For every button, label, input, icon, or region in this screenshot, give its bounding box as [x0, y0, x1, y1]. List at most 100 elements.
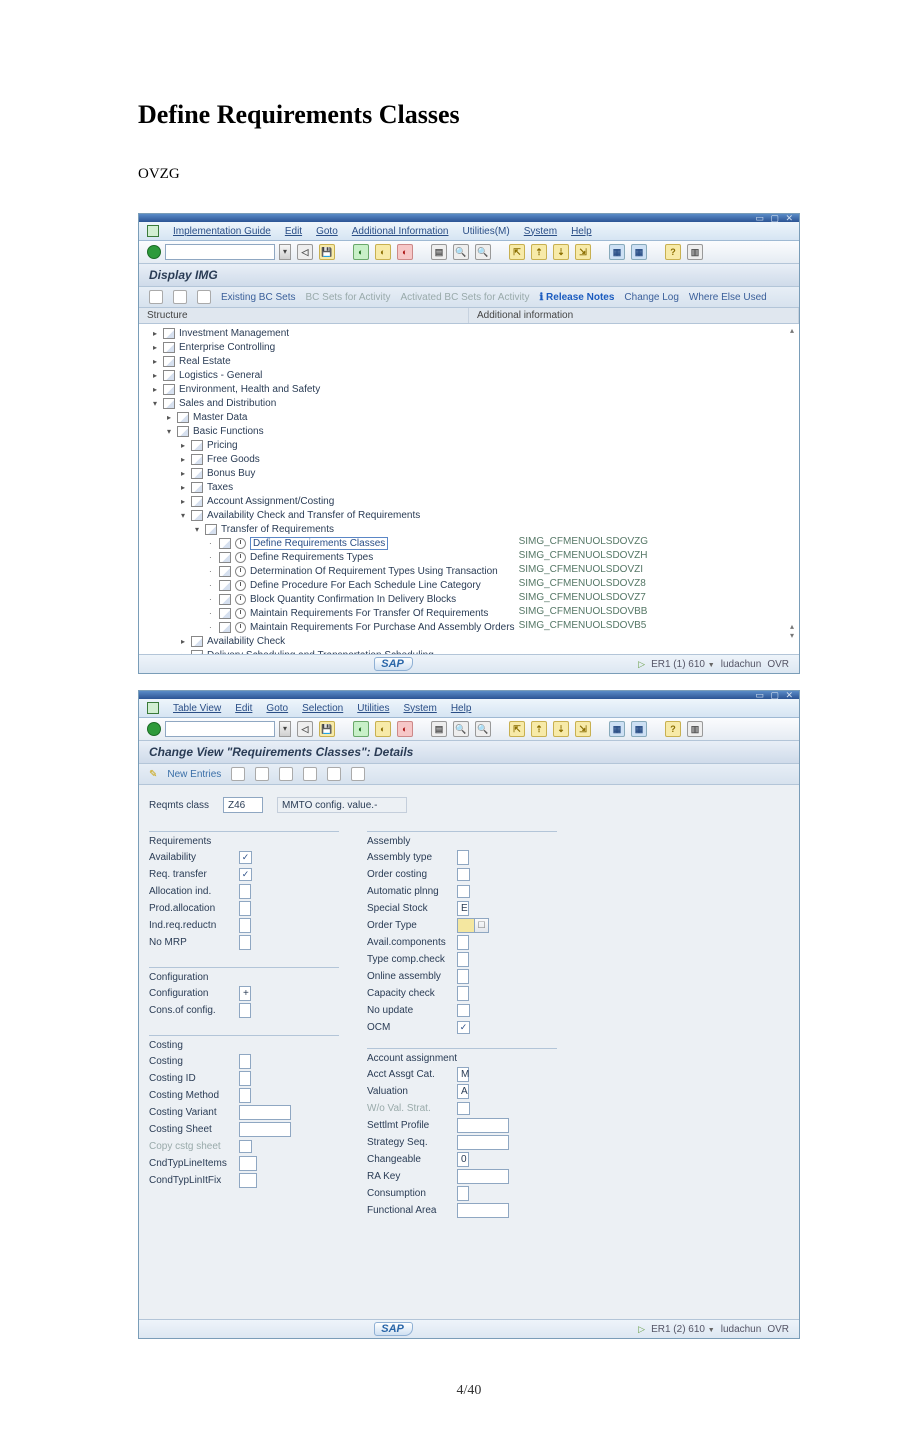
menu-item[interactable]: Edit [235, 703, 252, 714]
rakey-field[interactable] [457, 1169, 509, 1184]
costingmethod-field[interactable] [239, 1088, 251, 1103]
consumption-field[interactable] [457, 1186, 469, 1201]
menu-icon[interactable] [147, 225, 159, 237]
newsession-icon[interactable]: ▦ [609, 244, 625, 260]
firstpage-icon[interactable]: ⇱ [509, 244, 525, 260]
enter-icon[interactable]: ◐ [353, 244, 369, 260]
standard-toolbar[interactable]: ▾ ◁ 💾 ◐ ◐ ◐ ▤ 🔍 🔍 ⇱ ⇡ ⇣ ⇲ ▦ ▦ ? ▥ [139, 718, 799, 741]
nextpage-icon[interactable]: ⇣ [553, 244, 569, 260]
configuration-field[interactable]: + [239, 986, 251, 1001]
assemblytype-field[interactable] [457, 850, 469, 865]
cancel-icon[interactable]: ◐ [397, 721, 413, 737]
ocm-checkbox[interactable]: ✓ [457, 1021, 470, 1034]
back-icon[interactable]: ◁ [297, 721, 313, 737]
command-field[interactable] [165, 244, 275, 260]
command-dropdown-icon[interactable]: ▾ [279, 244, 291, 260]
costingvariant-field[interactable] [239, 1105, 291, 1120]
app-toolbar[interactable]: ✎ New Entries [139, 764, 799, 785]
ordercosting-checkbox[interactable] [457, 868, 470, 881]
menu-item[interactable]: System [403, 703, 436, 714]
print-icon[interactable] [351, 767, 365, 781]
lastpage-icon[interactable]: ⇲ [575, 244, 591, 260]
exit-icon[interactable]: ◐ [375, 244, 391, 260]
strategy-field[interactable] [457, 1135, 509, 1150]
app-toolbar[interactable]: Existing BC Sets BC Sets for Activity Ac… [139, 287, 799, 308]
find-icon[interactable]: 🔍 [453, 244, 469, 260]
noupdate-checkbox[interactable] [457, 1004, 470, 1017]
prevpage-icon[interactable]: ⇡ [531, 721, 547, 737]
standard-toolbar[interactable]: ▾ ◁ 💾 ◐ ◐ ◐ ▤ 🔍 🔍 ⇱ ⇡ ⇣ ⇲ ▦ ▦ ? ▥ [139, 241, 799, 264]
back-icon[interactable]: ◁ [297, 244, 313, 260]
menu-bar[interactable]: Table View Edit Goto Selection Utilities… [139, 699, 799, 718]
menu-item[interactable]: Implementation Guide [173, 226, 271, 237]
menu-item[interactable]: Edit [285, 226, 302, 237]
ok-icon[interactable] [147, 722, 161, 736]
cndlinitfix-field[interactable] [239, 1173, 257, 1188]
existing-bcsets-button[interactable]: Existing BC Sets [221, 292, 295, 303]
change-icon[interactable]: ✎ [149, 769, 157, 780]
help-icon[interactable]: ? [665, 244, 681, 260]
findnext-icon[interactable]: 🔍 [475, 244, 491, 260]
cndlineitems-field[interactable] [239, 1156, 257, 1171]
menu-item[interactable]: System [524, 226, 557, 237]
newsession-icon[interactable]: ▦ [609, 721, 625, 737]
nextpage-icon[interactable]: ⇣ [553, 721, 569, 737]
menu-item[interactable]: Table View [173, 703, 221, 714]
ordertype-search-icon[interactable]: ☐ [475, 918, 489, 933]
typecompcheck-field[interactable] [457, 952, 469, 967]
settlmt-field[interactable] [457, 1118, 509, 1133]
layout-icon[interactable]: ▥ [687, 244, 703, 260]
costingsheet-field[interactable] [239, 1122, 291, 1137]
allocation-field[interactable] [239, 884, 251, 899]
print-icon[interactable]: ▤ [431, 244, 447, 260]
exit-icon[interactable]: ◐ [375, 721, 391, 737]
changeable-field[interactable]: 0 [457, 1152, 469, 1167]
window-buttons[interactable]: ▭ ▢ ✕ [755, 690, 795, 701]
enter-icon[interactable]: ◐ [353, 721, 369, 737]
menu-item[interactable]: Help [571, 226, 592, 237]
whereused-button[interactable]: Where Else Used [689, 292, 767, 303]
find-icon[interactable]: 🔍 [453, 721, 469, 737]
autoplan-checkbox[interactable] [457, 885, 470, 898]
lastpage-icon[interactable]: ⇲ [575, 721, 591, 737]
firstpage-icon[interactable]: ⇱ [509, 721, 525, 737]
menu-bar[interactable]: Implementation Guide Edit Goto Additiona… [139, 222, 799, 241]
scroll-down-icon[interactable]: ▴▾ [787, 622, 797, 640]
prev-entry-icon[interactable] [303, 767, 317, 781]
nomrp-field[interactable] [239, 935, 251, 950]
activated-bcsets-button[interactable]: Activated BC Sets for Activity [401, 292, 530, 303]
funcarea-field[interactable] [457, 1203, 509, 1218]
menu-item[interactable]: Help [451, 703, 472, 714]
collapse-icon[interactable] [173, 290, 187, 304]
reqmts-class-field[interactable]: Z46 [223, 797, 263, 813]
bcsets-activity-button[interactable]: BC Sets for Activity [305, 292, 390, 303]
shortcut-icon[interactable]: ▦ [631, 244, 647, 260]
command-field[interactable] [165, 721, 275, 737]
undo-icon[interactable] [279, 767, 293, 781]
ordertype-field[interactable] [457, 918, 475, 933]
print-icon[interactable]: ▤ [431, 721, 447, 737]
layout-icon[interactable]: ▥ [687, 721, 703, 737]
specialstock-field[interactable]: E [457, 901, 469, 916]
menu-item[interactable]: Additional Information [352, 226, 449, 237]
menu-item[interactable]: Utilities(M) [463, 226, 510, 237]
prodalloc-field[interactable] [239, 901, 251, 916]
costingid-field[interactable] [239, 1071, 251, 1086]
findnext-icon[interactable]: 🔍 [475, 721, 491, 737]
next-entry-icon[interactable] [327, 767, 341, 781]
expand-icon[interactable] [149, 290, 163, 304]
reqtransfer-checkbox[interactable]: ✓ [239, 868, 252, 881]
changelog-button[interactable]: Change Log [624, 292, 679, 303]
onlineassembly-field[interactable] [457, 969, 469, 984]
shortcut-icon[interactable]: ▦ [631, 721, 647, 737]
window-buttons[interactable]: ▭ ▢ ✕ [755, 213, 795, 224]
copy-icon[interactable] [231, 767, 245, 781]
menu-item[interactable]: Goto [266, 703, 288, 714]
menu-item[interactable]: Selection [302, 703, 343, 714]
valuation-field[interactable]: A [457, 1084, 469, 1099]
acctassgt-field[interactable]: M [457, 1067, 469, 1082]
costing-field[interactable] [239, 1054, 251, 1069]
cons-config-field[interactable] [239, 1003, 251, 1018]
capacitycheck-field[interactable] [457, 986, 469, 1001]
menu-item[interactable]: Utilities [357, 703, 389, 714]
